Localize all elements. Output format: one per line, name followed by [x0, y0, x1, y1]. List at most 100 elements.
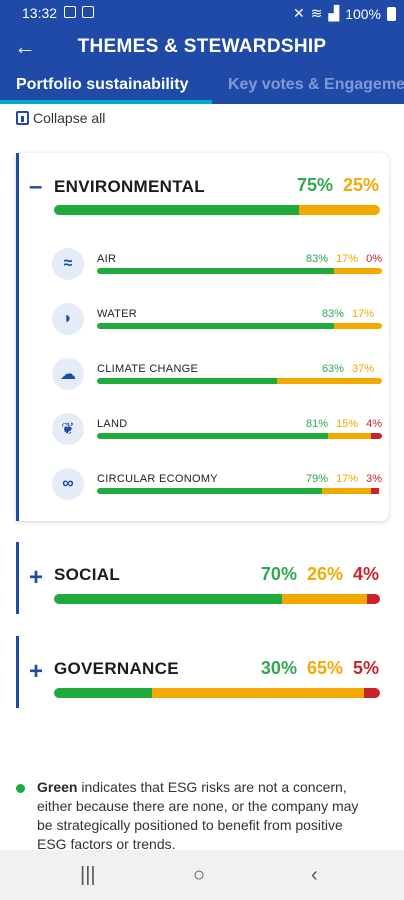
red-segment [370, 488, 380, 494]
subcategory-row: ≈ AIR 83% 17% 0% [52, 246, 382, 288]
green-percent: 75% [296, 175, 333, 195]
green-percent: 83% [306, 253, 329, 265]
subcategory-row: ❦ LAND 81% 15% 4% [52, 411, 382, 453]
status-right: ✕ ≋ ▟ 100% [293, 5, 396, 22]
orange-segment [333, 323, 382, 329]
active-tab-indicator [0, 100, 212, 104]
collapse-all-button[interactable]: Collapse all [16, 110, 105, 126]
download-icon [82, 6, 94, 18]
green-segment [97, 378, 277, 384]
mute-icon: ✕ [292, 5, 305, 21]
battery-icon [387, 6, 396, 21]
orange-segment [327, 433, 371, 439]
tab-portfolio-sustainability[interactable]: Portfolio sustainability [16, 76, 188, 94]
subcategory-bar [97, 433, 382, 439]
green-percent: 63% [321, 363, 344, 375]
category-card-environmental: – ENVIRONMENTAL 75% 25% ≈ AIR 83% 17% 0%… [16, 153, 389, 521]
collapse-all-label: Collapse all [33, 110, 106, 126]
orange-percent: 17% [336, 253, 359, 265]
orange-percent: 25% [342, 175, 379, 195]
orange-percent: 15% [336, 418, 359, 430]
green-segment [97, 323, 334, 329]
subcategory-bar [97, 488, 382, 494]
orange-segment [282, 594, 367, 604]
red-percent: 4% [366, 418, 382, 430]
legend-term: Green [37, 779, 78, 795]
legend-description: indicates that ESG risks are not a conce… [37, 779, 359, 852]
collapse-icon [16, 111, 29, 125]
subcategory-label: CIRCULAR ECONOMY [97, 473, 218, 485]
legend-text: Green indicates that ESG risks are not a… [37, 778, 376, 854]
back-nav-icon[interactable]: ‹ [311, 864, 318, 887]
status-time: 13:32 [22, 5, 58, 21]
red-percent: 3% [366, 473, 382, 485]
orange-segment [333, 268, 382, 274]
red-segment [363, 688, 380, 698]
subcategory-label: LAND [97, 418, 128, 430]
recent-apps-icon[interactable]: ||| [80, 864, 96, 887]
red-percent: 0% [366, 253, 382, 265]
green-segment [97, 268, 334, 274]
orange-segment [276, 378, 382, 384]
category-card-governance[interactable]: + GOVERNANCE 30% 65% 5% [16, 636, 389, 708]
orange-percent: 17% [336, 473, 359, 485]
green-segment [54, 205, 299, 215]
subcategory-row: ☁ CLIMATE CHANGE 63% 37% [52, 356, 382, 398]
signal-icon: ▟ [328, 5, 340, 21]
green-percent: 30% [260, 658, 297, 678]
tab-key-votes-engagement[interactable]: Key votes & Engagement [228, 76, 404, 94]
green-percent: 79% [306, 473, 329, 485]
subcategory-row: ∞ CIRCULAR ECONOMY 79% 17% 3% [52, 466, 382, 508]
orange-percent: 17% [351, 308, 374, 320]
category-bar [54, 205, 380, 215]
category-bar [54, 688, 380, 698]
image-icon [64, 6, 76, 18]
cloud-rain-icon: ☁ [52, 358, 84, 390]
subcategory-bar [97, 268, 382, 274]
expand-toggle-icon[interactable]: + [29, 660, 43, 684]
orange-percent: 37% [351, 363, 374, 375]
collapse-toggle-icon[interactable]: – [29, 175, 42, 199]
wind-icon: ≈ [52, 248, 84, 280]
green-percent: 81% [306, 418, 329, 430]
infinity-icon: ∞ [52, 468, 84, 500]
status-bar: 13:32 ✕ ≋ ▟ 100% [0, 0, 404, 26]
notification-icons [64, 6, 94, 18]
wifi-icon: ≋ [310, 5, 323, 21]
orange-percent: 65% [306, 658, 343, 678]
legend-note: Green indicates that ESG risks are not a… [16, 778, 376, 854]
page-title: THEMES & STEWARDSHIP [77, 36, 327, 57]
dolphin-icon: ◗ [52, 303, 84, 335]
red-percent: 5% [352, 658, 379, 678]
leaf-icon: ❦ [52, 413, 84, 445]
system-nav-bar: ||| ○ ‹ [0, 850, 404, 900]
subcategory-label: WATER [97, 308, 137, 320]
orange-segment [151, 688, 364, 698]
red-percent: 4% [352, 564, 379, 584]
home-icon[interactable]: ○ [193, 864, 205, 887]
green-percent: 70% [260, 564, 297, 584]
subcategory-bar [97, 378, 382, 384]
app-bar: ← THEMES & STEWARDSHIP [0, 26, 404, 70]
battery-level: 100% [345, 5, 381, 22]
category-label: GOVERNANCE [54, 659, 179, 678]
orange-percent: 26% [306, 564, 343, 584]
subcategory-bar [97, 323, 382, 329]
expand-toggle-icon[interactable]: + [29, 566, 43, 590]
subcategory-row: ◗ WATER 83% 17% [52, 301, 382, 343]
orange-segment [298, 205, 380, 215]
category-label: SOCIAL [54, 565, 121, 584]
category-card-social[interactable]: + SOCIAL 70% 26% 4% [16, 542, 389, 614]
green-segment [97, 488, 323, 494]
category-bar [54, 594, 380, 604]
subcategory-label: CLIMATE CHANGE [97, 363, 199, 375]
green-segment [54, 594, 283, 604]
green-dot-icon [16, 784, 25, 793]
green-segment [97, 433, 328, 439]
red-segment [370, 433, 382, 439]
orange-segment [322, 488, 371, 494]
category-label: ENVIRONMENTAL [54, 177, 205, 196]
green-percent: 83% [321, 308, 344, 320]
subcategory-label: AIR [97, 253, 117, 265]
green-segment [54, 688, 152, 698]
